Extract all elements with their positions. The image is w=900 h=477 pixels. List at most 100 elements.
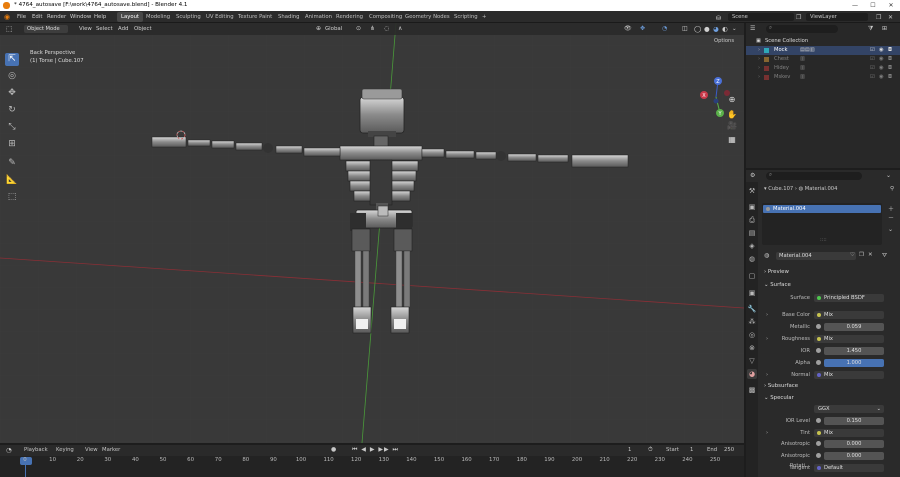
add-workspace-button[interactable]: + xyxy=(478,12,490,22)
pin-icon[interactable]: ⚲ xyxy=(890,186,894,192)
3d-viewport[interactable]: ⬚ Object Mode View Select Add Object ⊕ G… xyxy=(0,23,744,443)
menu-window[interactable]: Window xyxy=(70,11,91,23)
record-icon[interactable]: ● xyxy=(331,446,336,453)
transform-orientation-icon[interactable]: ⊕ xyxy=(316,23,321,35)
distribution-select[interactable]: GGX ⌄ xyxy=(814,405,884,413)
menu-file[interactable]: File xyxy=(17,11,26,23)
maximize-icon[interactable]: ☐ xyxy=(864,0,882,11)
outliner-item[interactable]: › Mskev ▥ ☑ ◉ ◘ xyxy=(746,73,900,82)
anisotropic-field[interactable]: 0.000 xyxy=(824,440,884,448)
scene-tab-icon[interactable]: ◈ xyxy=(747,241,757,251)
camera-icon[interactable]: ◘ xyxy=(888,64,892,73)
tab-uv-editing[interactable]: UV Editing xyxy=(202,12,238,22)
view-layer-selector[interactable]: ViewLayer xyxy=(806,13,868,21)
normal-field[interactable]: Mix xyxy=(814,371,884,379)
tab-scripting[interactable]: Scripting xyxy=(450,12,482,22)
specular-section-header[interactable]: ⌄ Specular xyxy=(764,393,794,403)
scale-tool-icon[interactable]: ⤡ xyxy=(5,121,19,134)
shading-rendered-icon[interactable]: ◐ xyxy=(722,23,728,35)
checkbox-icon[interactable]: ☑ xyxy=(870,55,875,64)
start-frame-field[interactable]: 1 xyxy=(690,447,693,453)
camera-icon[interactable]: ◘ xyxy=(888,55,892,64)
transform-tool-icon[interactable]: ⊞ xyxy=(5,138,19,151)
outliner-item[interactable]: › Mock ▤▤▥ ☑ ◉ ◘ xyxy=(746,46,900,55)
playback-controls[interactable]: ⏮ ◀ ▶ ▶▶ ⏭ xyxy=(352,446,399,454)
timeline-editor[interactable]: ◔ Playback Keying View Marker ● ⏮ ◀ ▶ ▶▶… xyxy=(0,445,744,477)
surface-shader-field[interactable]: Principled BSDF xyxy=(814,294,884,302)
checkbox-icon[interactable]: ☑ xyxy=(870,46,875,55)
tool-tab-icon[interactable]: ⚒ xyxy=(747,186,757,196)
tab-layout[interactable]: Layout xyxy=(117,12,144,22)
eye-icon[interactable]: ◉ xyxy=(879,73,884,82)
viewport-menu-add[interactable]: Add xyxy=(118,23,128,35)
close-icon[interactable]: ✕ xyxy=(882,0,900,11)
blender-menu-icon[interactable]: ◉ xyxy=(4,11,10,23)
expand-icon[interactable]: › xyxy=(758,46,760,55)
expand-icon[interactable]: › xyxy=(758,73,760,82)
outliner-item[interactable]: › Chest ▥ ☑ ◉ ◘ xyxy=(746,55,900,64)
physics-tab-icon[interactable]: ◎ xyxy=(747,330,757,340)
shading-solid-icon[interactable]: ● xyxy=(704,23,710,35)
tint-field[interactable]: Mix xyxy=(814,429,884,437)
ior-level-field[interactable]: 0.150 xyxy=(824,417,884,425)
slot-menu-icon[interactable]: ⌄ xyxy=(888,226,893,233)
expand-icon[interactable]: › xyxy=(758,55,760,64)
shading-options-icon[interactable]: ⌄ xyxy=(732,23,737,35)
viewport-menu-view[interactable]: View xyxy=(79,23,92,35)
camera-icon[interactable]: ◘ xyxy=(888,46,892,55)
outliner-search-input[interactable] xyxy=(766,25,838,33)
tab-geometry-nodes[interactable]: Geometry Nodes xyxy=(401,12,454,22)
move-tool-icon[interactable]: ✥ xyxy=(5,87,19,100)
end-frame-field[interactable]: 250 xyxy=(724,447,734,453)
measure-tool-icon[interactable]: 📐 xyxy=(5,174,19,187)
outliner-item[interactable]: › Hidey ▥ ☑ ◉ ◘ xyxy=(746,64,900,73)
modifier-tab-icon[interactable]: 🔧 xyxy=(747,304,757,314)
render-tab-icon[interactable]: ▣ xyxy=(747,202,757,212)
timeline-menu-view[interactable]: View xyxy=(85,447,98,453)
metallic-field[interactable]: 0.059 xyxy=(824,323,884,331)
material-tab-icon[interactable]: ◕ xyxy=(747,369,757,379)
shading-wireframe-icon[interactable]: ◯ xyxy=(694,23,701,35)
eye-icon[interactable]: ◉ xyxy=(879,46,884,55)
material-slot-item[interactable]: Material.004 xyxy=(763,205,881,213)
texture-tab-icon[interactable]: ▩ xyxy=(747,385,757,395)
material-name-field[interactable]: Material.004 xyxy=(776,252,856,260)
tab-sculpting[interactable]: Sculpting xyxy=(172,12,205,22)
surface-section-header[interactable]: ⌄ Surface xyxy=(764,280,791,290)
tab-animation[interactable]: Animation xyxy=(301,12,336,22)
alpha-field[interactable]: 1.000 xyxy=(824,359,884,367)
add-slot-button[interactable]: ＋ xyxy=(888,204,894,213)
object-tab-icon[interactable]: ▣ xyxy=(747,288,757,298)
data-tab-icon[interactable]: ▽ xyxy=(747,356,757,366)
expand-icon[interactable]: › xyxy=(758,64,760,73)
anisotropic-rotation-field[interactable]: 0.000 xyxy=(824,452,884,460)
select-box-tool-icon[interactable]: ⇱ xyxy=(5,53,19,66)
roughness-field[interactable]: Mix xyxy=(814,335,884,343)
checkbox-icon[interactable]: ☑ xyxy=(870,64,875,73)
annotate-tool-icon[interactable]: ✎ xyxy=(5,157,19,170)
fake-user-icon[interactable]: ♡ xyxy=(850,252,855,258)
world-tab-icon[interactable]: ◍ xyxy=(747,254,757,264)
timeline-menu-keying[interactable]: Keying xyxy=(56,447,74,453)
timeline-menu-marker[interactable]: Marker xyxy=(102,447,120,453)
scene-icon[interactable]: ⛁ xyxy=(716,13,728,22)
base-color-field[interactable]: Mix xyxy=(814,311,884,319)
material-browse-icon[interactable]: ◍ xyxy=(764,252,769,259)
timeline-editor-icon[interactable]: ◔ xyxy=(6,446,12,454)
tab-shading[interactable]: Shading xyxy=(274,12,304,22)
camera-icon[interactable]: ◘ xyxy=(888,73,892,82)
transform-orientation-selector[interactable]: Global xyxy=(325,23,342,35)
list-resize-handle[interactable]: :::: xyxy=(820,237,827,243)
menu-render[interactable]: Render xyxy=(47,11,66,23)
snap-icon[interactable]: ⋔ xyxy=(370,23,375,35)
collection-tab-icon[interactable]: ▢ xyxy=(747,271,757,281)
properties-search-input[interactable] xyxy=(766,172,862,180)
xray-toggle-icon[interactable]: ◫ xyxy=(682,23,688,35)
material-slot-list[interactable]: Material.004 :::: xyxy=(762,203,882,245)
proportional-edit-icon[interactable]: ◌ xyxy=(384,23,389,35)
menu-help[interactable]: Help xyxy=(94,11,106,23)
scene-selector[interactable]: Scene xyxy=(728,13,794,21)
tab-rendering[interactable]: Rendering xyxy=(332,12,367,22)
properties-editor-icon[interactable]: ⚙ xyxy=(750,172,755,179)
pivot-point-icon[interactable]: ⊙ xyxy=(356,23,361,35)
